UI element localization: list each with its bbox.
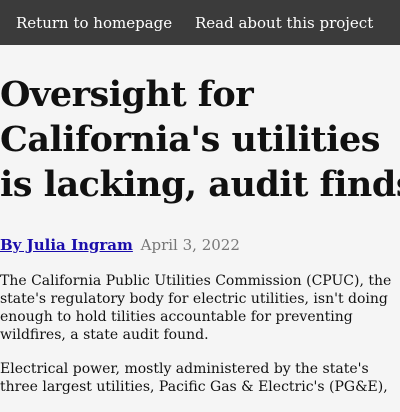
author-link[interactable]: By Julia Ingram — [0, 236, 133, 254]
headline-line-2: California's utilities — [0, 119, 380, 160]
headline-line-3: is lacking, audit finds — [0, 164, 400, 205]
article-body: The California Public Utilities Commissi… — [0, 272, 400, 412]
paragraph-2-line-1: Electrical power, mostly administered by… — [0, 361, 369, 377]
paragraph-1-line-4: wildfires, a state audit found. — [0, 327, 209, 343]
paragraph-2: Electrical power, mostly administered by… — [0, 360, 400, 396]
top-nav-bar: Return to homepage Read about this proje… — [0, 0, 400, 45]
article-headline: Oversight for California's utilities is … — [0, 72, 400, 207]
paragraph-1: The California Public Utilities Commissi… — [0, 272, 400, 344]
publish-date: April 3, 2022 — [140, 236, 240, 254]
return-to-homepage-link[interactable]: Return to homepage — [16, 0, 172, 45]
paragraph-1-line-3: enough to hold tilities accountable for … — [0, 309, 353, 325]
paragraph-1-line-1: The California Public Utilities Commissi… — [0, 273, 392, 289]
headline-line-1: Oversight for — [0, 74, 254, 115]
read-about-project-link[interactable]: Read about this project — [195, 0, 373, 45]
byline: By Julia Ingram April 3, 2022 — [0, 236, 240, 254]
paragraph-2-line-2: three largest utilities, Pacific Gas & E… — [0, 379, 388, 395]
paragraph-1-line-2: state's regulatory body for electric uti… — [0, 291, 388, 307]
